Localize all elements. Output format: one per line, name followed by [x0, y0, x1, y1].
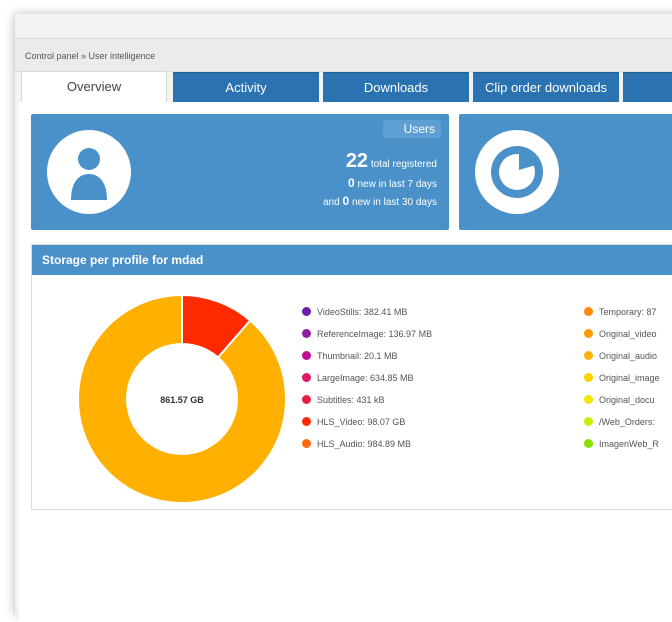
users-new-30-value: 0 [342, 194, 350, 208]
users-total-label: total registered [370, 159, 437, 170]
legend-dot-icon [584, 373, 593, 383]
legend-left-item[interactable]: HLS_Audio: 984.89 MB [302, 437, 411, 451]
legend-dot-icon [302, 307, 311, 317]
legend-label: Thumbnail: 20.1 MB [317, 351, 398, 361]
legend-label: Subtitles: 431 kB [317, 395, 385, 405]
tab-downloads[interactable]: Downloads [323, 72, 469, 102]
legend-right-item[interactable]: /Web_Orders: [584, 415, 655, 429]
legend-label: Temporary: 87 [599, 307, 657, 317]
legend-label: Original_audio [599, 351, 658, 361]
tab-activity[interactable]: Activity [173, 72, 319, 102]
legend-label: Original_video [599, 329, 657, 339]
legend-left-item[interactable]: Subtitles: 431 kB [302, 393, 385, 407]
legend-right-item[interactable]: Original_audio [584, 349, 657, 363]
legend-right-item[interactable]: Original_video [584, 327, 657, 341]
legend-dot-icon [302, 395, 311, 405]
storage-panel-title: Storage per profile for mdad [32, 245, 672, 275]
legend-dot-icon [584, 307, 593, 317]
legend-right-item[interactable]: ImagenWeb_R [584, 437, 659, 451]
legend-label: VideoStills: 382.41 MB [317, 307, 408, 317]
legend-right-item[interactable]: Original_image [584, 371, 660, 385]
legend-dot-icon [584, 329, 593, 339]
legend-left-item[interactable]: Thumbnail: 20.1 MB [302, 349, 398, 363]
storage-summary-card [459, 114, 672, 230]
legend-dot-icon [302, 329, 311, 339]
users-card: Users 22 total registered 0 new in last … [31, 114, 449, 230]
legend-label: /Web_Orders: [599, 417, 655, 427]
legend-left-item[interactable]: HLS_Video: 98.07 GB [302, 415, 405, 429]
legend-dot-icon [584, 439, 593, 449]
legend-dot-icon [302, 351, 311, 361]
tab-clip-order-downloads[interactable]: Clip order downloads [473, 72, 619, 102]
legend-left-item[interactable]: ReferenceImage: 136.97 MB [302, 327, 432, 341]
legend-dot-icon [302, 417, 311, 427]
users-tag: Users [383, 120, 441, 138]
legend-label: HLS_Video: 98.07 GB [317, 417, 406, 427]
legend-label: LargeImage: 634.85 MB [317, 373, 414, 383]
legend-left-item[interactable]: VideoStills: 382.41 MB [302, 305, 407, 319]
users-new-30-label: new in last 30 days [351, 197, 437, 208]
users-total-value: 22 [345, 150, 369, 172]
user-avatar-icon [47, 130, 131, 214]
window-frame: Control panel » User intelligence Overvi… [14, 14, 672, 622]
users-new-7-value: 0 [348, 176, 355, 190]
pie-chart-icon [475, 130, 559, 214]
legend-label: ReferenceImage: 136.97 MB [317, 329, 433, 339]
legend-right-item[interactable]: Original_docu [584, 393, 655, 407]
legend-dot-icon [302, 373, 311, 383]
users-new-30: and 0 new in last 30 days [323, 194, 437, 208]
legend-right-item[interactable]: Temporary: 87 [584, 305, 657, 319]
legend-label: Original_image [599, 373, 660, 383]
legend-dot-icon [302, 439, 311, 449]
tab-more[interactable] [623, 72, 672, 102]
storage-donut-chart: 861.57 GB [77, 293, 287, 504]
legend-left-item[interactable]: LargeImage: 634.85 MB [302, 371, 414, 385]
users-total: 22 total registered [346, 150, 437, 173]
legend-dot-icon [584, 351, 593, 361]
legend-label: HLS_Audio: 984.89 MB [317, 439, 412, 449]
storage-panel: Storage per profile for mdad 861.57 GB V… [31, 244, 672, 510]
users-new-7: 0 new in last 7 days [348, 176, 437, 190]
legend-label: Original_docu [599, 395, 655, 405]
overview-content: Users 22 total registered 0 new in last … [19, 102, 672, 622]
breadcrumb: Control panel » User intelligence [15, 38, 672, 72]
users-new-30-prefix: and [323, 197, 340, 208]
tab-bar: Overview Activity Downloads Clip order d… [19, 71, 672, 103]
legend-dot-icon [584, 417, 593, 427]
donut-center-label: 861.57 GB [160, 395, 204, 405]
users-new-7-label: new in last 7 days [357, 179, 438, 190]
legend-label: ImagenWeb_R [599, 439, 659, 449]
tab-overview[interactable]: Overview [21, 71, 167, 103]
legend-dot-icon [584, 395, 593, 405]
